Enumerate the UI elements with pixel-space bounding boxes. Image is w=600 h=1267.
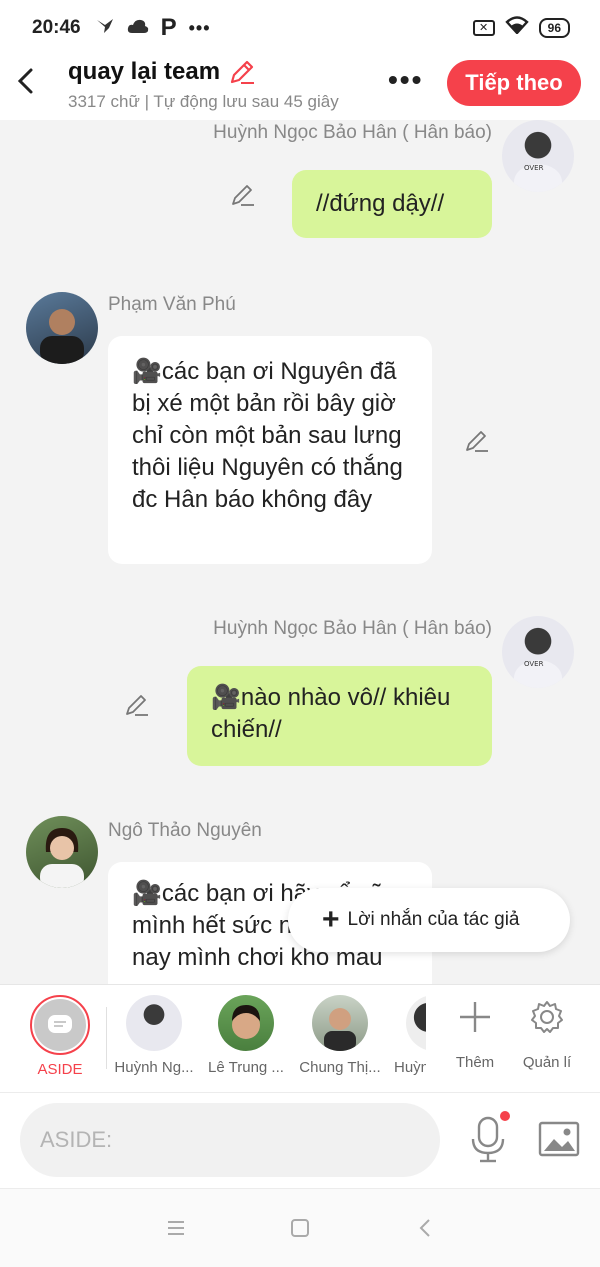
more-options-button[interactable]: ••• xyxy=(388,64,423,96)
character-aside[interactable]: ASIDE xyxy=(14,995,106,1078)
microphone-icon xyxy=(471,1116,505,1163)
edit-title-icon[interactable] xyxy=(228,58,256,86)
character-label: Lê Trung ... xyxy=(208,1059,284,1076)
chevron-left-icon xyxy=(419,1219,430,1237)
add-character-button[interactable]: Thêm xyxy=(440,999,510,1071)
plus-icon: + xyxy=(322,903,340,936)
notification-dot xyxy=(500,1111,510,1121)
message-bubble[interactable]: //đứng dậy// xyxy=(292,170,492,238)
bird-icon xyxy=(95,16,115,41)
input-bar xyxy=(0,1092,600,1188)
microphone-button[interactable] xyxy=(468,1115,508,1165)
back-nav-button[interactable] xyxy=(414,1217,438,1241)
message-sender-name: Huỳnh Ngọc Bảo Hân ( Hân báo) xyxy=(213,618,492,639)
avatar xyxy=(312,995,368,1051)
cloud-icon xyxy=(127,18,149,39)
message-input[interactable] xyxy=(20,1103,440,1177)
square-icon xyxy=(291,1219,309,1237)
avatar[interactable]: OVER xyxy=(502,120,574,192)
insert-image-button[interactable] xyxy=(538,1121,580,1157)
character-item[interactable]: Huỳnh xyxy=(386,995,426,1076)
edit-message-icon[interactable] xyxy=(124,692,150,718)
menu-nav-button[interactable] xyxy=(164,1217,188,1241)
manage-label: Quản lí xyxy=(522,1054,572,1071)
character-label: Huỳnh Ng... xyxy=(114,1059,194,1076)
gear-icon xyxy=(531,1001,563,1033)
system-nav-bar xyxy=(0,1188,600,1267)
author-note-label: Lời nhắn của tác giả xyxy=(347,909,520,930)
character-label: Chung Thị... xyxy=(299,1059,381,1076)
status-bar: 20:46 P ••• ✕ 96 xyxy=(0,0,600,56)
sim-off-icon: ✕ xyxy=(472,20,495,36)
author-note-button[interactable]: + Lời nhắn của tác giả xyxy=(288,888,570,952)
image-icon xyxy=(538,1121,580,1157)
message-bubble[interactable]: 🎥các bạn ơi Nguyên đã bị xé một bản rồi … xyxy=(108,336,432,564)
message-sender-name: Huỳnh Ngọc Bảo Hân ( Hân báo) xyxy=(213,122,492,143)
avatar xyxy=(406,995,426,1051)
avatar[interactable]: OVER xyxy=(502,616,574,688)
message-sender-name: Phạm Văn Phú xyxy=(108,294,236,315)
character-bar: ASIDE Huỳnh Ng... Lê Trung ... Chung Thị… xyxy=(0,984,600,1092)
character-item[interactable]: Chung Thị... xyxy=(294,995,386,1076)
status-time: 20:46 xyxy=(32,17,81,38)
divider xyxy=(106,1007,107,1069)
avatar[interactable] xyxy=(26,292,98,364)
plus-icon xyxy=(460,1002,490,1032)
word-count-autosave: 3317 chữ | Tự động lưu sau 45 giây xyxy=(68,92,339,111)
chat-bubble-icon xyxy=(48,1015,72,1033)
avatar xyxy=(218,995,274,1051)
battery-icon: 96 xyxy=(538,18,570,38)
p-app-icon: P xyxy=(160,14,177,41)
message-sender-name: Ngô Thảo Nguyên xyxy=(108,820,262,841)
story-title: quay lại team xyxy=(68,58,221,85)
chevron-left-icon xyxy=(17,68,33,94)
more-icon: ••• xyxy=(188,17,211,38)
svg-text:OVER: OVER xyxy=(524,660,544,668)
home-nav-button[interactable] xyxy=(288,1217,312,1241)
avatar xyxy=(126,995,182,1051)
add-label: Thêm xyxy=(455,1054,495,1071)
manage-characters-button[interactable]: Quản lí xyxy=(512,999,582,1071)
wifi-icon xyxy=(504,16,529,40)
svg-text:OVER: OVER xyxy=(524,164,544,172)
character-label: ASIDE xyxy=(37,1061,83,1078)
editor-header: quay lại team 3317 chữ | Tự động lưu sau… xyxy=(0,56,600,120)
avatar[interactable] xyxy=(26,816,98,888)
message-bubble[interactable]: 🎥nào nhào vô// khiêu chiến// xyxy=(187,666,492,766)
character-item[interactable]: Huỳnh Ng... xyxy=(108,995,200,1076)
edit-message-icon[interactable] xyxy=(230,182,256,208)
character-item[interactable]: Lê Trung ... xyxy=(200,995,292,1076)
chat-area[interactable]: Huỳnh Ngọc Bảo Hân ( Hân báo) OVER //đứn… xyxy=(0,120,600,984)
edit-message-icon[interactable] xyxy=(464,428,490,454)
aside-avatar xyxy=(30,995,90,1055)
back-button[interactable] xyxy=(14,66,42,100)
character-label: Huỳnh xyxy=(394,1059,426,1076)
story-title-group[interactable]: quay lại team xyxy=(68,58,256,86)
menu-icon xyxy=(168,1221,184,1235)
next-button[interactable]: Tiếp theo xyxy=(447,60,581,106)
